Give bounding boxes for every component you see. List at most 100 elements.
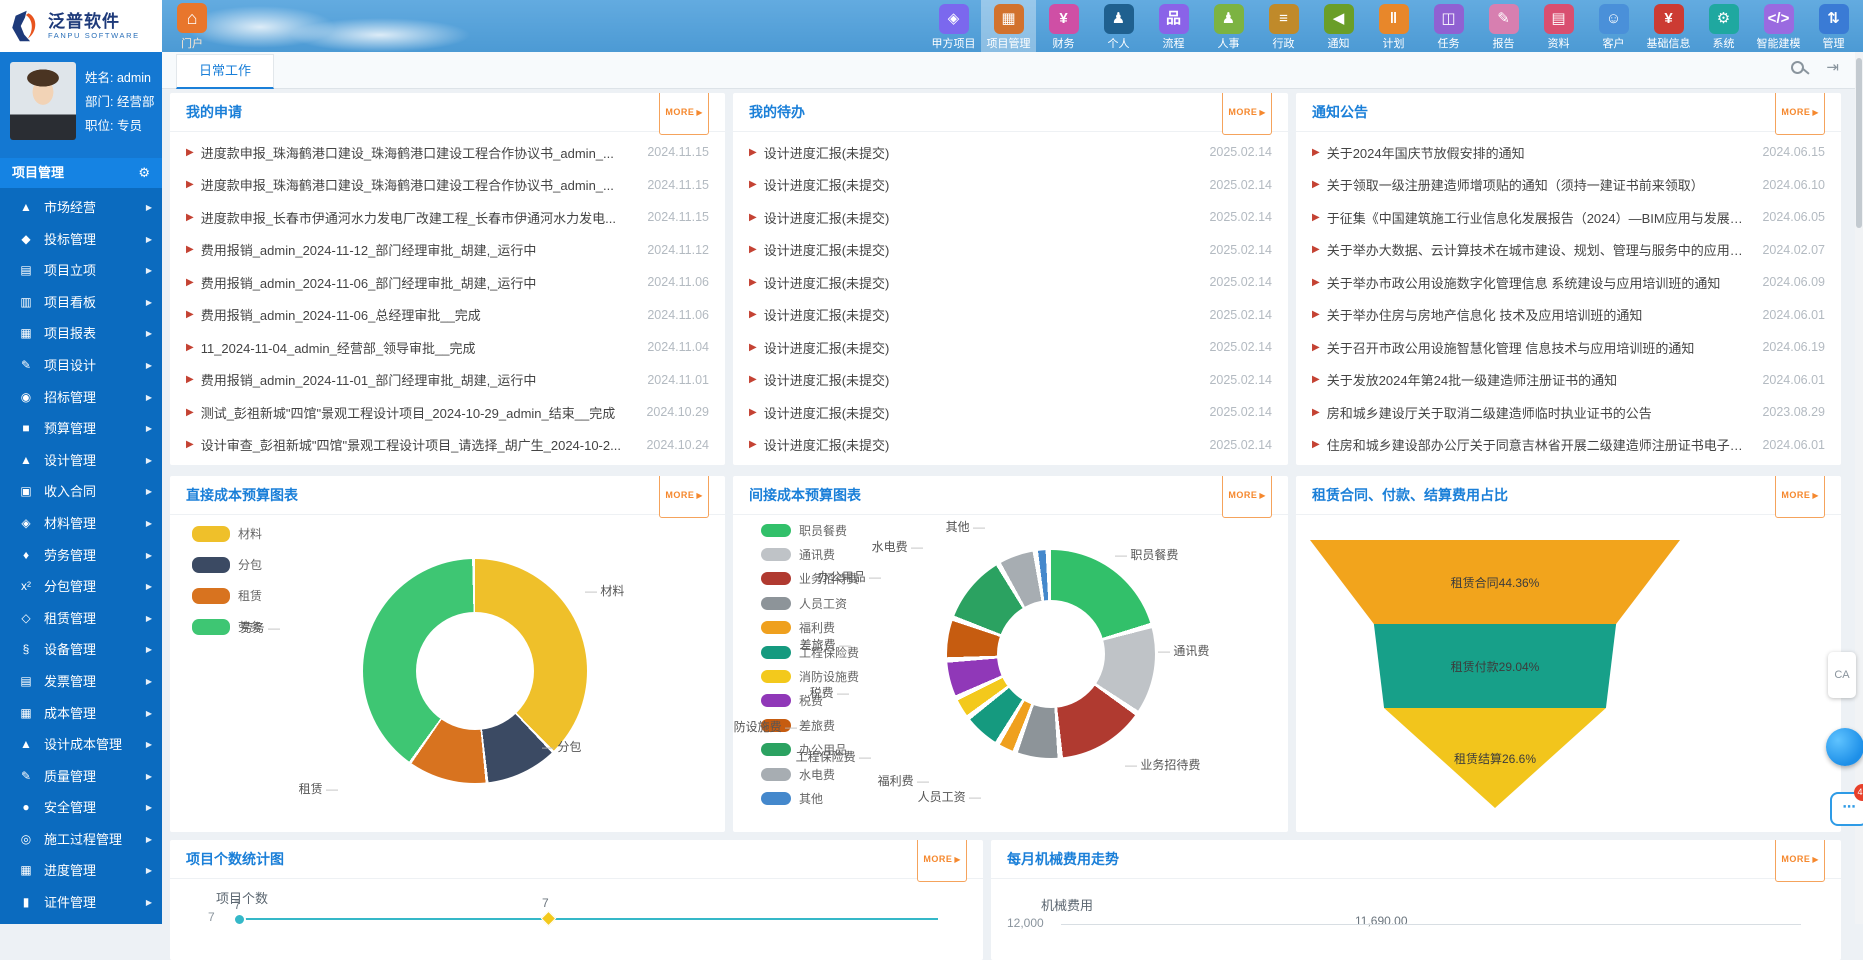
item-text[interactable]: 设计进度汇报(未提交) [764,240,1196,259]
sidebar-item-质量管理[interactable]: ✎质量管理▶ [0,761,162,793]
item-text[interactable]: 设计进度汇报(未提交) [764,435,1196,454]
list-item[interactable]: ▶进度款申报_珠海鹤港口建设_珠海鹤港口建设工程合作协议书_admin_...2… [186,136,709,169]
sidebar-item-施工过程管理[interactable]: ◎施工过程管理▶ [0,824,162,856]
gear-icon[interactable]: ⚙ [138,158,150,188]
nav-item-计划[interactable]: ‖计划 [1366,0,1421,52]
item-text[interactable]: 设计进度汇报(未提交) [764,370,1196,389]
item-text[interactable]: 进度款申报_珠海鹤港口建设_珠海鹤港口建设工程合作协议书_admin_... [201,175,634,194]
legend-item-水电费[interactable]: 水电费 [761,762,859,786]
nav-item-人事[interactable]: ♟人事 [1201,0,1256,52]
item-text[interactable]: 住房和城乡建设部办公厅关于同意吉林省开展二级建造师注册证书电子化试点... [1327,435,1749,454]
sidebar-item-项目设计[interactable]: ✎项目设计▶ [0,350,162,382]
nav-item-个人[interactable]: ♟个人 [1091,0,1146,52]
sidebar-item-招标管理[interactable]: ◉招标管理▶ [0,382,162,414]
sidebar-item-进度管理[interactable]: ▦进度管理▶ [0,855,162,887]
item-text[interactable]: 费用报销_admin_2024-11-06_总经理审批__完成 [201,305,634,324]
legend-item-人员工资[interactable]: 人员工资 [761,591,859,615]
list-item[interactable]: ▶设计进度汇报(未提交)2025.02.14 [749,169,1272,202]
sidebar-item-安全管理[interactable]: ●安全管理▶ [0,792,162,824]
list-item[interactable]: ▶费用报销_admin_2024-11-06_部门经理审批_胡建,_运行中202… [186,266,709,299]
list-item[interactable]: ▶房和城乡建设厅关于取消二级建造师临时执业证书的公告2023.08.29 [1312,396,1825,429]
nav-item-通知[interactable]: ◀通知 [1311,0,1366,52]
list-item[interactable]: ▶设计审查_彭祖新城"四馆"景观工程设计项目_请选择_胡广生_2024-10-2… [186,429,709,462]
legend-item-材料[interactable]: 材料 [192,518,262,549]
item-text[interactable]: 关于召开市政公用设施智慧化管理 信息技术与应用培训班的通知 [1327,338,1749,357]
item-text[interactable]: 设计进度汇报(未提交) [764,403,1196,422]
list-item[interactable]: ▶设计进度汇报(未提交)2025.02.14 [749,429,1272,462]
nav-item-甲方项目[interactable]: ◈甲方项目 [926,0,981,52]
ca-cert-widget[interactable]: CA [1828,652,1856,698]
logout-icon[interactable]: ⇥ [1826,61,1839,75]
list-item[interactable]: ▶费用报销_admin_2024-11-06_总经理审批__完成2024.11.… [186,299,709,332]
nav-item-任务[interactable]: ◫任务 [1421,0,1476,52]
item-text[interactable]: 11_2024-11-04_admin_经营部_领导审批__完成 [201,338,634,357]
list-item[interactable]: ▶住房和城乡建设部办公厅关于同意吉林省开展二级建造师注册证书电子化试点...20… [1312,429,1825,462]
list-item[interactable]: ▶费用报销_admin_2024-11-01_部门经理审批_胡建,_运行中202… [186,364,709,397]
sidebar-item-项目报表[interactable]: ▦项目报表▶ [0,318,162,350]
nav-item-报告[interactable]: ✎报告 [1476,0,1531,52]
item-text[interactable]: 关于举办住房与房地产信息化 技术及应用培训班的通知 [1327,305,1749,324]
sidebar-item-劳务管理[interactable]: ♦劳务管理▶ [0,540,162,572]
nav-item-客户[interactable]: ☺客户 [1586,0,1641,52]
list-item[interactable]: ▶设计进度汇报(未提交)2025.02.14 [749,234,1272,267]
sidebar-item-租赁管理[interactable]: ◇租赁管理▶ [0,603,162,635]
list-item[interactable]: ▶关于发放2024年第24批一级建造师注册证书的通知2024.06.01 [1312,364,1825,397]
sidebar-item-成本管理[interactable]: ▦成本管理▶ [0,698,162,730]
sidebar-item-分包管理[interactable]: x²分包管理▶ [0,571,162,603]
sidebar-item-设计管理[interactable]: ▲设计管理▶ [0,445,162,477]
list-item[interactable]: ▶关于举办住房与房地产信息化 技术及应用培训班的通知2024.06.01 [1312,299,1825,332]
list-item[interactable]: ▶关于领取一级注册建造师增项贴的通知（须持一建证书前来领取）2024.06.10 [1312,169,1825,202]
sidebar-item-证件管理[interactable]: ▮证件管理▶ [0,887,162,919]
nav-item-管理[interactable]: ⇅管理 [1806,0,1861,52]
nav-item-资料[interactable]: ▤资料 [1531,0,1586,52]
more-button[interactable]: MORE▶ [1222,93,1272,135]
item-text[interactable]: 设计进度汇报(未提交) [764,338,1196,357]
nav-item-系统[interactable]: ⚙系统 [1696,0,1751,52]
item-text[interactable]: 测试_彭祖新城"四馆"景观工程设计项目_2024-10-29_admin_结束_… [201,403,633,422]
more-button[interactable]: MORE▶ [1775,840,1825,882]
legend-item-通讯费[interactable]: 通讯费 [761,542,859,566]
portal-nav-item[interactable]: ⌂ 门户 [170,3,214,51]
list-item[interactable]: ▶关于2024年国庆节放假安排的通知2024.06.15 [1312,136,1825,169]
more-button[interactable]: MORE▶ [1775,476,1825,518]
more-button[interactable]: MORE▶ [659,93,709,135]
list-item[interactable]: ▶设计进度汇报(未提交)2025.02.14 [749,266,1272,299]
list-item[interactable]: ▶设计进度汇报(未提交)2025.02.14 [749,364,1272,397]
list-item[interactable]: ▶关于召开市政公用设施智慧化管理 信息技术与应用培训班的通知2024.06.19 [1312,331,1825,364]
item-text[interactable]: 设计进度汇报(未提交) [764,305,1196,324]
list-item[interactable]: ▶于征集《中国建筑施工行业信息化发展报告（2024）—BIM应用与发展》材料..… [1312,201,1825,234]
item-text[interactable]: 关于发放2024年第24批一级建造师注册证书的通知 [1327,370,1749,389]
sidebar-item-投标管理[interactable]: ◆投标管理▶ [0,224,162,256]
more-button[interactable]: MORE▶ [659,476,709,518]
nav-item-财务[interactable]: ¥财务 [1036,0,1091,52]
key-icon[interactable] [1791,61,1804,74]
item-text[interactable]: 关于举办市政公用设施数字化管理信息 系统建设与应用培训班的通知 [1327,273,1749,292]
scrollbar-thumb[interactable] [1856,58,1862,228]
sidebar-item-发票管理[interactable]: ▤发票管理▶ [0,666,162,698]
item-text[interactable]: 设计进度汇报(未提交) [764,175,1196,194]
assistant-ball-icon[interactable] [1826,728,1863,766]
list-item[interactable]: ▶进度款申报_珠海鹤港口建设_珠海鹤港口建设工程合作协议书_admin_...2… [186,169,709,202]
more-button[interactable]: MORE▶ [1775,93,1825,135]
legend-item-其他[interactable]: 其他 [761,786,859,810]
nav-item-项目管理[interactable]: ▦项目管理 [981,0,1036,52]
sidebar-item-设备管理[interactable]: §设备管理▶ [0,634,162,666]
item-text[interactable]: 关于领取一级注册建造师增项贴的通知（须持一建证书前来领取） [1327,175,1749,194]
sidebar-item-项目立项[interactable]: ▤项目立项▶ [0,255,162,287]
item-text[interactable]: 费用报销_admin_2024-11-12_部门经理审批_胡建,_运行中 [201,240,634,259]
list-item[interactable]: ▶关于举办市政公用设施数字化管理信息 系统建设与应用培训班的通知2024.06.… [1312,266,1825,299]
list-item[interactable]: ▶设计进度汇报(未提交)2025.02.14 [749,136,1272,169]
item-text[interactable]: 费用报销_admin_2024-11-06_部门经理审批_胡建,_运行中 [201,273,634,292]
sidebar-item-预算管理[interactable]: ■预算管理▶ [0,413,162,445]
list-item[interactable]: ▶测试_彭祖新城"四馆"景观工程设计项目_2024-10-29_admin_结束… [186,396,709,429]
item-text[interactable]: 设计审查_彭祖新城"四馆"景观工程设计项目_请选择_胡广生_2024-10-2.… [201,435,633,454]
sidebar-item-设计成本管理[interactable]: ▲设计成本管理▶ [0,729,162,761]
tab-daily-work[interactable]: 日常工作 [176,54,274,89]
item-text[interactable]: 设计进度汇报(未提交) [764,143,1196,162]
list-item[interactable]: ▶进度款申报_长春市伊通河水力发电厂改建工程_长春市伊通河水力发电...2024… [186,201,709,234]
item-text[interactable]: 进度款申报_珠海鹤港口建设_珠海鹤港口建设工程合作协议书_admin_... [201,143,634,162]
item-text[interactable]: 于征集《中国建筑施工行业信息化发展报告（2024）—BIM应用与发展》材料... [1327,208,1749,227]
list-item[interactable]: ▶设计进度汇报(未提交)2025.02.14 [749,299,1272,332]
more-button[interactable]: MORE▶ [917,840,967,882]
sidebar-item-项目看板[interactable]: ▥项目看板▶ [0,287,162,319]
